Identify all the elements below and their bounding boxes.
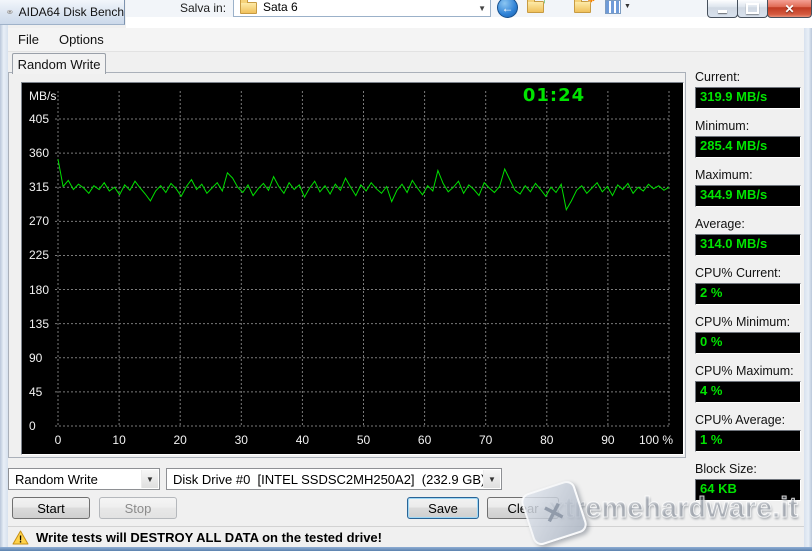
y-tick-label: 360 [29, 146, 50, 161]
benchmark-chart: MB/s 01:24 405 360 315 270 225 180 135 90 45 0 0 10… [21, 82, 684, 455]
stat-value-cpu-current: 2 % [695, 283, 801, 305]
menubar: File Options [8, 28, 804, 52]
x-tick-label: 0 [54, 433, 62, 447]
menu-file[interactable]: File [8, 30, 49, 49]
x-tick-label: 20 [173, 433, 187, 447]
test-type-combobox[interactable]: Random Write ▼ [8, 468, 160, 490]
stat-label-cpu-maximum: CPU% Maximum: [695, 364, 794, 378]
elapsed-timer: 01:24 [522, 85, 586, 106]
save-button[interactable]: Save [407, 497, 479, 519]
stat-value-cpu-average: 1 % [695, 430, 801, 452]
disk-icon [7, 10, 13, 14]
views-menu-button[interactable]: ▼ [605, 0, 631, 16]
stat-label-maximum: Maximum: [695, 168, 753, 182]
stat-value-maximum: 344.9 MB/s [695, 185, 801, 207]
chevron-down-icon: ▼ [624, 3, 631, 10]
new-folder-icon: ✱ [574, 0, 595, 13]
tab-random-write[interactable]: Random Write [12, 53, 106, 74]
start-button[interactable]: Start [12, 497, 90, 519]
stat-value-minimum: 285.4 MB/s [695, 136, 801, 158]
stat-value-average: 314.0 MB/s [695, 234, 801, 256]
y-axis-unit: MB/s [29, 89, 57, 103]
stat-label-block-size: Block Size: [695, 462, 757, 476]
window-border-bottom [0, 547, 812, 551]
chevron-down-icon: ▼ [141, 470, 158, 488]
x-tick-label: 100 % [638, 433, 673, 447]
chevron-down-icon: ▼ [483, 470, 500, 488]
save-location-value: Sata 6 [263, 0, 298, 14]
stats-panel: Current: 319.9 MB/s Minimum: 285.4 MB/s Maxi… [695, 70, 801, 511]
stat-value-block-size: 64 KB [695, 479, 801, 501]
drive-value: Disk Drive #0 [INTEL SSDSC2MH250A2] (232… [173, 471, 486, 487]
clear-button[interactable]: Clear [487, 497, 559, 519]
warning-text: Write tests will DESTROY ALL DATA on the… [36, 529, 382, 545]
screen: Salva in: Sata 6 ▼ ← ↑ ✱ ▼ ✕ AIDA64 Disk… [0, 0, 812, 551]
stat-value-cpu-maximum: 4 % [695, 381, 801, 403]
close-button[interactable]: ✕ [767, 0, 812, 18]
folder-icon [240, 0, 257, 14]
x-tick-label: 90 [601, 433, 615, 447]
x-tick-label: 30 [234, 433, 248, 447]
stat-label-minimum: Minimum: [695, 119, 750, 133]
chevron-down-icon: ▼ [478, 4, 486, 13]
app-titlebar: AIDA64 Disk Bench [0, 0, 125, 25]
y-tick-label: 225 [29, 248, 50, 263]
x-tick-label: 60 [417, 433, 432, 447]
x-tick-label: 40 [295, 433, 310, 447]
drive-combobox[interactable]: Disk Drive #0 [INTEL SSDSC2MH250A2] (232… [166, 468, 502, 490]
chart-plot [55, 91, 670, 427]
maximize-icon [746, 3, 759, 14]
maximize-button[interactable] [737, 0, 768, 18]
stat-label-cpu-current: CPU% Current: [695, 266, 782, 280]
window-border-right [804, 28, 812, 547]
y-tick-label: 315 [29, 180, 50, 195]
svg-text:!: ! [19, 534, 22, 545]
status-bar: ! Write tests will DESTROY ALL DATA on t… [8, 526, 804, 547]
up-one-level-button[interactable]: ↑ [527, 0, 547, 16]
x-tick-label: 80 [540, 433, 554, 447]
y-tick-label: 180 [29, 282, 50, 297]
tab-label: Random Write [17, 56, 101, 72]
stat-label-current: Current: [695, 70, 741, 84]
minimize-button[interactable] [707, 0, 738, 18]
stat-value-current: 319.9 MB/s [695, 87, 801, 109]
back-button[interactable]: ← [497, 0, 518, 18]
y-tick-label: 135 [29, 316, 50, 331]
save-dialog-fragment: Salva in: Sata 6 ▼ ← ↑ ✱ ▼ ✕ [126, 0, 812, 28]
y-tick-label: 405 [29, 112, 50, 126]
folder-up-icon: ↑ [527, 0, 547, 13]
menu-options[interactable]: Options [49, 30, 114, 49]
save-in-label: Salva in: [180, 1, 227, 15]
stat-label-cpu-minimum: CPU% Minimum: [695, 315, 791, 329]
save-location-combobox[interactable]: Sata 6 ▼ [233, 0, 491, 17]
x-tick-label: 50 [356, 433, 371, 447]
new-folder-button[interactable]: ✱ [574, 0, 595, 16]
y-tick-label: 0 [29, 419, 36, 433]
y-tick-label: 90 [29, 350, 43, 365]
x-tick-label: 70 [479, 433, 493, 447]
x-tick-label: 10 [112, 433, 126, 447]
stop-button[interactable]: Stop [99, 497, 177, 519]
stat-label-average: Average: [695, 217, 745, 231]
warning-icon: ! [12, 530, 29, 545]
y-tick-label: 270 [29, 214, 50, 229]
stat-value-cpu-minimum: 0 % [695, 332, 801, 354]
close-icon: ✕ [784, 1, 795, 16]
minimize-icon [718, 10, 727, 13]
y-tick-label: 45 [29, 384, 43, 399]
test-type-value: Random Write [15, 471, 98, 487]
window-border-left [0, 25, 8, 547]
views-icon [605, 0, 621, 14]
stat-label-cpu-average: CPU% Average: [695, 413, 786, 427]
window-title: AIDA64 Disk Bench [18, 5, 124, 19]
